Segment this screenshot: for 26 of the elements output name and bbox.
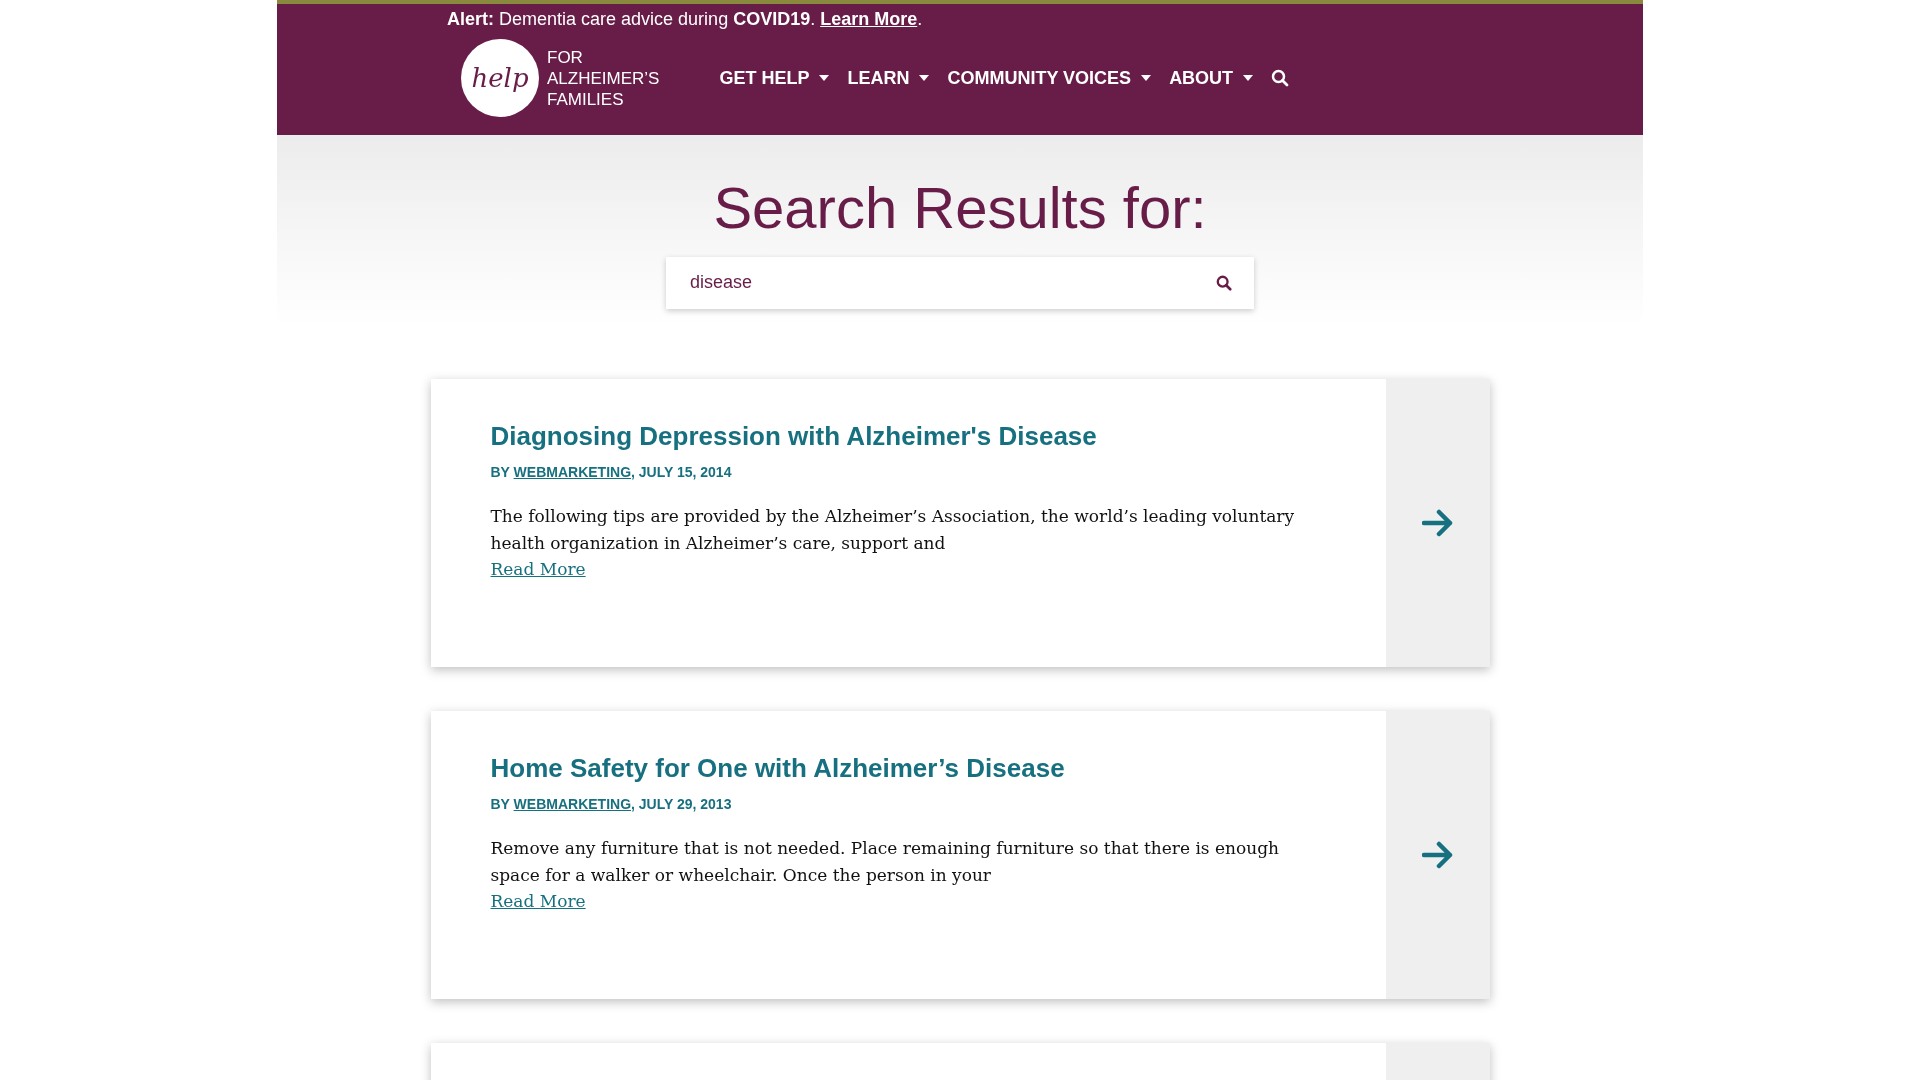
caret-icon — [819, 75, 830, 81]
nav-menu-item[interactable]: GET HELP — [719, 64, 830, 92]
nav-menu-item[interactable]: ABOUT — [1169, 64, 1254, 92]
page-title: Search Results for: — [713, 174, 1207, 242]
byline: BY WEBMARKETING, JULY 29, 2013 — [490, 795, 733, 815]
search-icon[interactable] — [1216, 274, 1232, 291]
read-more-link[interactable]: Read More — [490, 559, 586, 580]
result-excerpt: The following tips are provided by the Alzheimer’s Association, the world’s leading voluntary health organization in Alzheimer’s care, support and — [490, 505, 1296, 556]
caret-icon — [919, 75, 930, 81]
result-title[interactable]: Diagnosing Depression with Alzheimer's Disease — [490, 421, 1326, 453]
result-title[interactable]: Home Safety for One with Alzheimer’s Disease — [490, 753, 1326, 785]
caret-icon — [1243, 75, 1254, 81]
nav-menu-item[interactable]: COMMUNITY VOICES — [947, 64, 1152, 92]
learn-more-link[interactable]: Learn More — [820, 9, 918, 29]
alert-message: Alert: Dementia care advice during COVID19. Learn More. — [446, 8, 924, 31]
nav-menu-item[interactable]: LEARN — [847, 64, 930, 92]
logo-mark[interactable]: help — [461, 39, 539, 117]
arrow-right-icon — [1421, 509, 1454, 537]
search-field[interactable]: disease — [666, 256, 1254, 309]
search-button[interactable] — [1271, 69, 1290, 87]
result-excerpt: Remove any furniture that is not needed. Place remaining furniture so that there is enough space for a walker or wheelchair. Once the person in your — [490, 837, 1280, 888]
read-more-link[interactable]: Read More — [490, 891, 586, 912]
logo-text: FOR ALZHEIMER’S FAMILIES — [547, 46, 660, 110]
caret-icon — [1141, 75, 1152, 81]
byline: BY WEBMARKETING, JULY 15, 2014 — [490, 463, 733, 483]
arrow-right-icon — [1421, 841, 1454, 869]
